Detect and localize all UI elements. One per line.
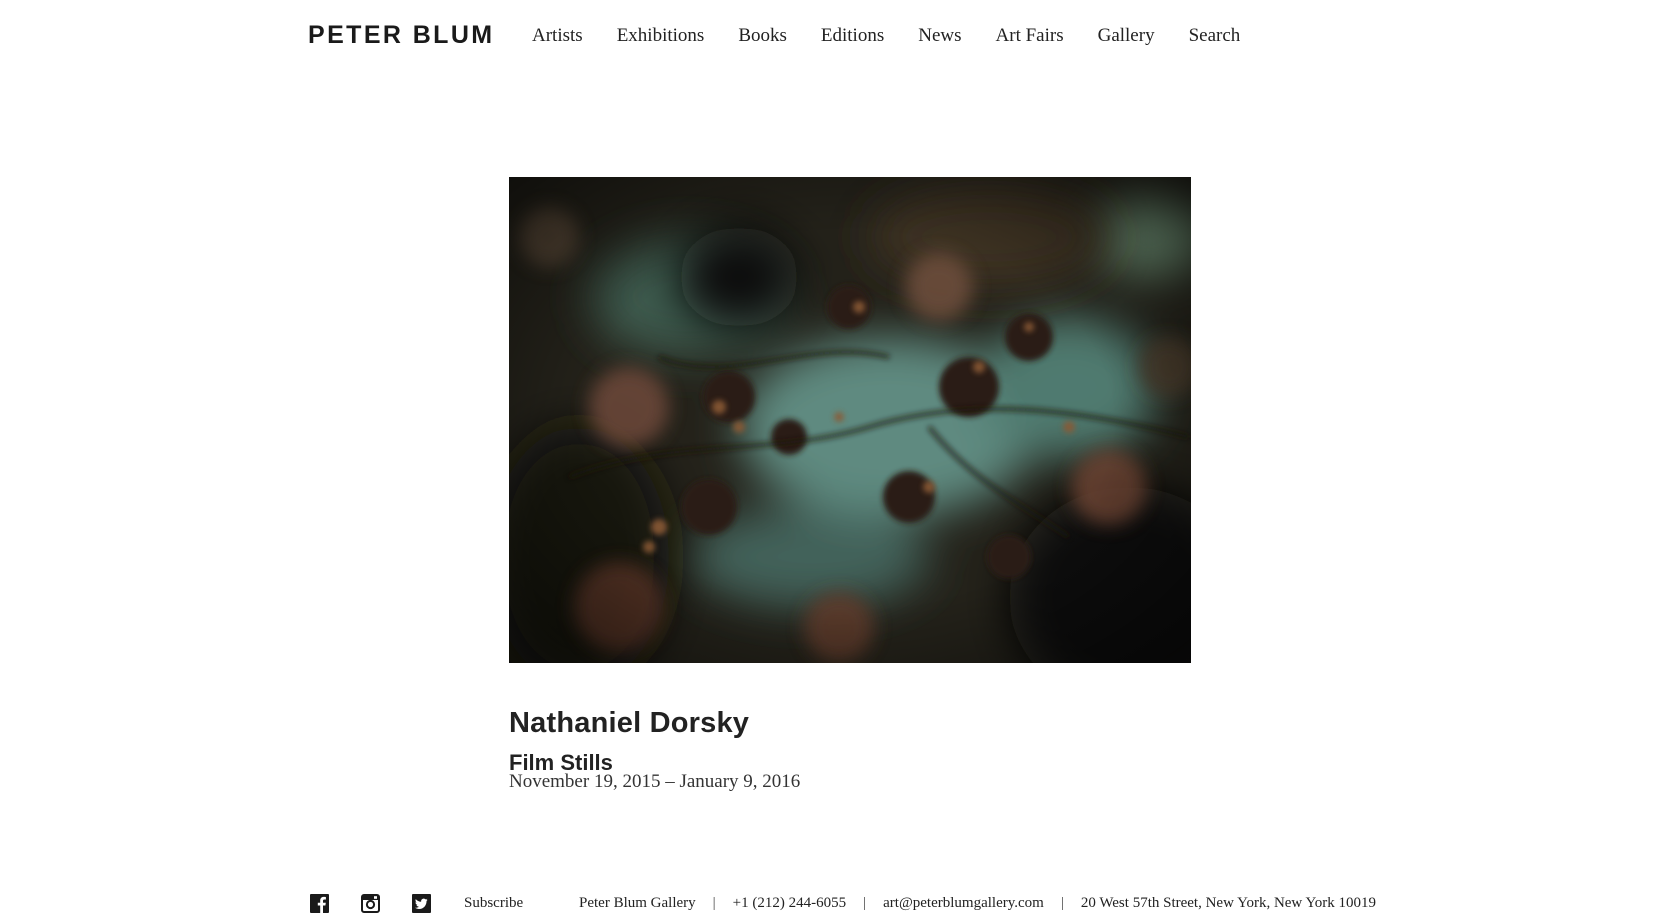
exhibition-hero-image[interactable] [509,177,1191,663]
site-header: PETER BLUM Artists Exhibitions Books Edi… [0,0,1678,72]
address-link[interactable]: 20 West 57th Street, New York, New York … [1081,893,1376,913]
main-nav: Artists Exhibitions Books Editions News … [532,22,1240,50]
facebook-icon[interactable] [310,894,329,913]
exhibition-dates: November 19, 2015 – January 9, 2016 [509,771,801,792]
contact-info: Peter Blum Gallery | +1 (212) 244-6055 |… [579,893,1376,913]
nav-item-gallery[interactable]: Gallery [1098,22,1155,50]
nav-item-books[interactable]: Books [738,22,787,50]
separator: | [863,895,867,911]
subscribe-link[interactable]: Subscribe [464,893,523,913]
phone-link[interactable]: +1 (212) 244-6055 [733,893,846,913]
nav-item-news[interactable]: News [918,22,961,50]
instagram-icon[interactable] [361,894,380,913]
site-footer: Subscribe Peter Blum Gallery | +1 (212) … [0,892,1678,916]
twitter-icon[interactable] [412,894,431,913]
nav-item-exhibitions[interactable]: Exhibitions [617,22,705,50]
email-link[interactable]: art@peterblumgallery.com [883,893,1044,913]
site-logo[interactable]: PETER BLUM [308,19,495,51]
nav-item-search[interactable]: Search [1189,22,1241,50]
separator: | [1060,895,1064,911]
nav-item-artists[interactable]: Artists [532,22,583,50]
gallery-name: Peter Blum Gallery [579,895,696,911]
artist-name[interactable]: Nathaniel Dorsky [509,705,749,741]
nav-item-editions[interactable]: Editions [821,22,884,50]
separator: | [712,895,716,911]
nav-item-art-fairs[interactable]: Art Fairs [996,22,1064,50]
